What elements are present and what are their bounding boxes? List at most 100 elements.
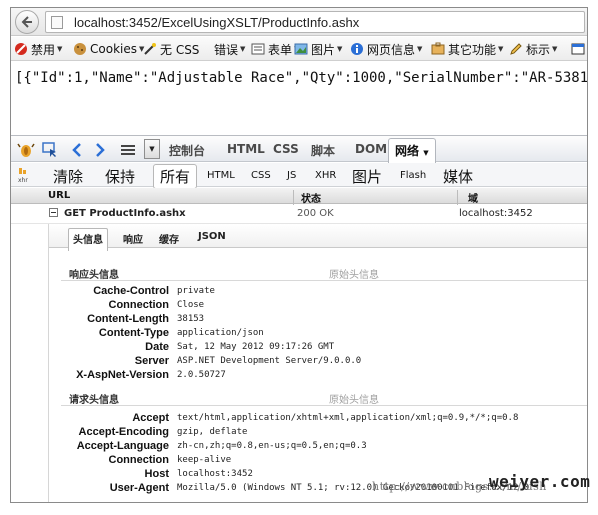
page-icon [51,16,63,29]
address-bar: localhost:3452/ExcelUsingXSLT/ProductInf… [11,8,587,36]
disable-menu[interactable]: 禁用 ▼ [14,41,62,57]
errors-menu[interactable]: 错误 ▼ [214,41,245,57]
request-row[interactable]: GET ProductInfo.ashx 200 OK localhost:34… [11,205,587,224]
tab-css[interactable]: CSS [273,142,299,156]
forms-label: 表单 [268,42,293,57]
tab-console[interactable]: 控制台 [169,142,205,159]
back-arrow-icon [21,16,32,28]
request-url[interactable]: GET ProductInfo.ashx [64,208,186,219]
filter-css[interactable]: CSS [251,170,271,181]
browser-window: localhost:3452/ExcelUsingXSLT/ProductInf… [10,7,588,503]
persist-button[interactable]: 保持 [105,166,135,187]
page-info-menu[interactable]: 网页信息 ▼ [350,41,422,57]
net-filter-bar: xhr 清除 保持 所有 HTML CSS JS XHR 图片 Flash 媒体 [11,163,587,189]
clear-button[interactable]: 清除 [53,166,83,187]
tab-net[interactable]: 网络 ▼ [388,138,436,163]
column-domain[interactable]: 域 [468,190,478,205]
image-icon [294,42,308,56]
header-value: localhost:3452 [177,469,253,479]
other-label: 其它功能 [448,42,497,57]
column-url[interactable]: URL [48,190,70,201]
panel-dropdown-button[interactable]: ▼ [144,139,160,159]
menu-icon[interactable] [119,141,137,159]
tab-html[interactable]: HTML [227,142,265,156]
header-row: Accept-Encoding gzip, deflate [49,426,587,440]
inspect-icon[interactable] [41,141,59,159]
svg-text:xhr: xhr [18,177,28,183]
tab-net-label: 网络 [395,144,420,158]
header-row: Accept-Language zh-cn,zh;q=0.8,en-us;q=0.… [49,440,587,454]
column-divider [457,190,458,206]
filter-js[interactable]: JS [287,170,296,181]
tab-headers[interactable]: 头信息 [68,228,108,251]
page-info-label: 网页信息 [367,42,416,57]
filter-media[interactable]: 媒体 [443,166,473,187]
mark-menu[interactable]: 标示 ▼ [509,41,557,57]
header-name: Host [144,468,169,480]
tab-json[interactable]: JSON [198,231,226,242]
chevron-down-icon: ▼ [240,45,246,53]
request-domain: localhost:3452 [459,208,533,219]
header-row: Accept text/html,application/xhtml+xml,ap… [49,412,587,426]
firebug-icon[interactable] [17,141,35,159]
tab-cache[interactable]: 缓存 [159,231,179,246]
filter-flash[interactable]: Flash [400,170,426,181]
chevron-down-icon: ▼ [417,45,423,53]
header-name: Accept-Encoding [78,426,169,438]
header-name: Content-Type [98,327,169,339]
disable-icon [14,42,28,56]
back-icon[interactable] [69,141,87,159]
header-row: Content-Length 38153 [49,313,587,327]
header-value: text/html,application/xhtml+xml,applicat… [177,413,519,423]
tab-dom[interactable]: DOM [355,142,387,156]
watermark-brand: weiyer.com [489,472,591,491]
header-row: Connection keep-alive [49,454,587,468]
back-button[interactable] [15,10,39,34]
resize-menu[interactable] [571,41,587,57]
forward-icon[interactable] [91,141,109,159]
header-name: Accept [132,412,169,424]
header-value: Sat, 12 May 2012 09:17:26 GMT [177,342,335,352]
section-divider [61,280,587,281]
forms-menu[interactable]: 表单▼ [251,41,299,57]
request-raw-headers-link[interactable]: 原始头信息 [329,391,379,406]
header-value: 2.0.50727 [177,370,226,380]
no-css-menu[interactable]: 无 CSS [143,41,199,57]
url-input[interactable]: localhost:3452/ExcelUsingXSLT/ProductInf… [45,11,585,33]
header-row: Date Sat, 12 May 2012 09:17:26 GMT [49,341,587,355]
filter-images[interactable]: 图片 [352,166,382,187]
header-name: User-Agent [109,482,169,494]
response-raw-headers-link[interactable]: 原始头信息 [329,266,379,281]
detail-tabs: 头信息 响应 缓存 JSON [49,224,587,251]
mark-label: 标示 [526,42,551,57]
chevron-down-icon: ▼ [498,45,504,53]
header-value: private [177,286,215,296]
response-headers-title: 响应头信息 [69,270,119,281]
other-menu[interactable]: 其它功能 ▼ [431,41,503,57]
filter-html[interactable]: HTML [207,170,235,181]
collapse-toggle-icon[interactable] [49,208,58,217]
header-value: 38153 [177,314,205,324]
column-status[interactable]: 状态 [301,190,321,205]
header-name: Content-Length [87,313,169,325]
images-menu[interactable]: 图片 ▼ [294,41,342,57]
header-value: application/json [177,328,264,338]
header-name: Connection [108,454,170,466]
no-css-label: 无 CSS [160,42,200,57]
cookies-menu[interactable]: Cookies ▼ [73,41,144,57]
header-value: gzip, deflate [177,427,248,437]
tab-script[interactable]: 脚本 [311,142,335,159]
chevron-down-icon: ▼ [337,45,343,53]
tab-response[interactable]: 响应 [123,231,143,246]
header-row: Connection Close [49,299,587,313]
chevron-down-icon: ▼ [57,45,63,53]
filter-all[interactable]: 所有 [153,164,198,189]
web-developer-toolbar: 禁用▼ Cookies▼ 无 CSS 错误▼ 表单▼ 图 [11,37,587,61]
header-value: zh-cn,zh;q=0.8,en-us;q=0.5,en;q=0.3 [177,441,367,451]
header-name: Cache-Control [93,285,169,297]
cookie-icon [73,42,87,56]
form-icon [251,42,265,56]
images-label: 图片 [311,42,336,57]
url-text: localhost:3452/ExcelUsingXSLT/ProductInf… [74,15,360,30]
filter-xhr[interactable]: XHR [315,170,336,181]
